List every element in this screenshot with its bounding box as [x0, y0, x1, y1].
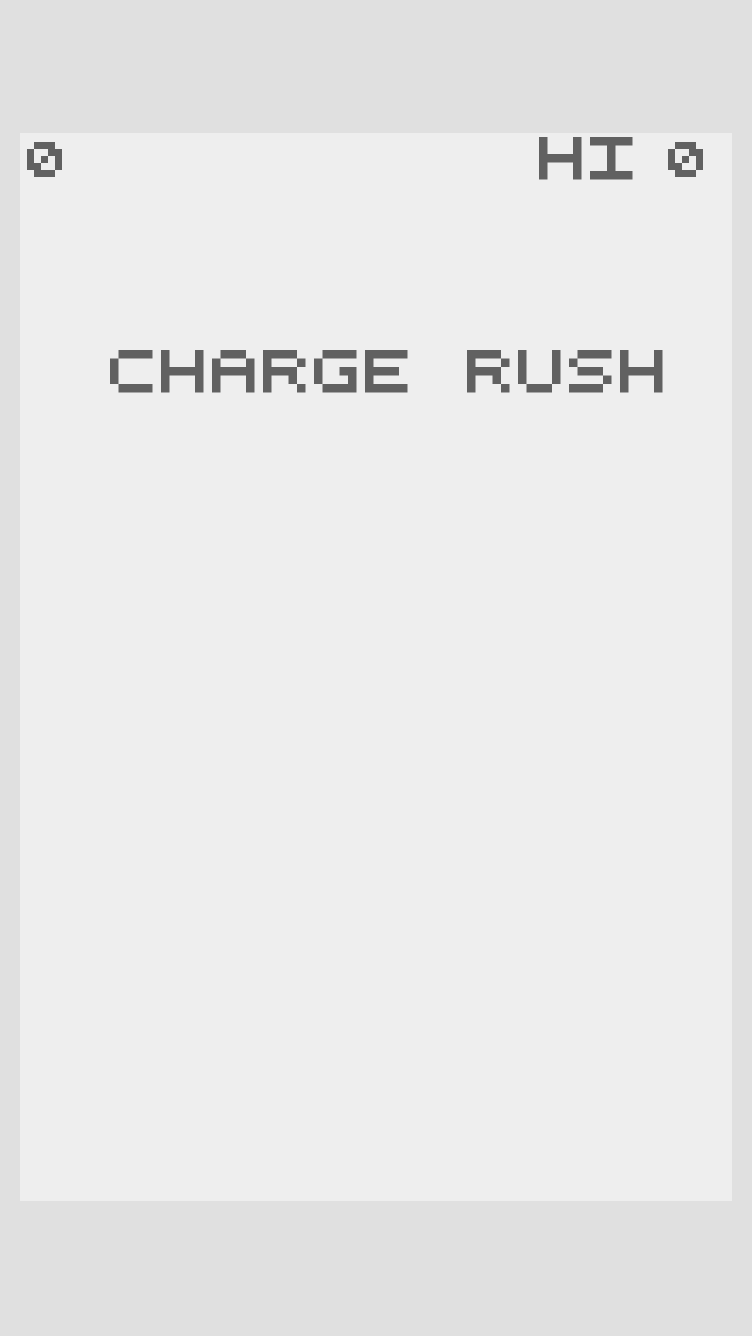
pixel-glyph	[620, 350, 663, 393]
pixel-glyph	[161, 350, 204, 393]
pixel-glyph	[668, 142, 703, 177]
pixel-glyph	[27, 142, 62, 177]
pixel-glyph	[212, 350, 255, 393]
pixel-glyph	[590, 137, 633, 180]
hi-label: HI	[539, 137, 633, 180]
pixel-glyph	[467, 350, 510, 393]
pixel-glyph	[314, 350, 357, 393]
pixel-glyph	[263, 350, 306, 393]
pixel-glyph	[539, 137, 582, 180]
app-screen: 0 HI 0 CHARGE RUSH	[0, 0, 752, 1336]
pixel-glyph	[518, 350, 561, 393]
hi-score-display: 0	[668, 142, 703, 177]
score-display: 0	[27, 142, 62, 177]
game-title: CHARGE RUSH	[110, 350, 663, 393]
pixel-glyph	[569, 350, 612, 393]
pixel-glyph	[110, 350, 153, 393]
game-canvas[interactable]: 0 HI 0 CHARGE RUSH	[20, 133, 732, 1201]
pixel-glyph	[365, 350, 408, 393]
